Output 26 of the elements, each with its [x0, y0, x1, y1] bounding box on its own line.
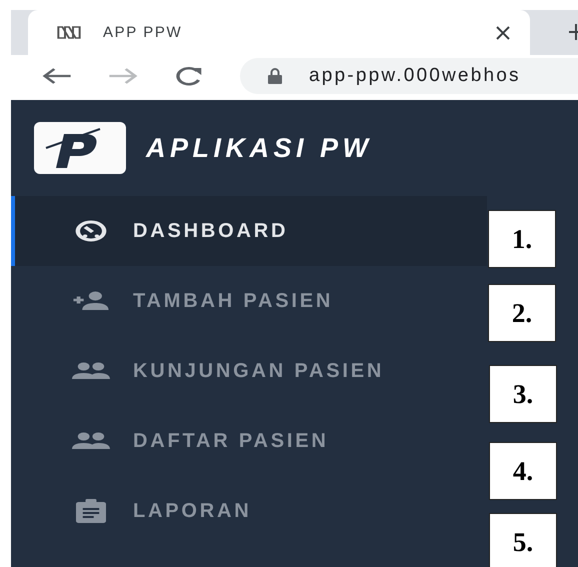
number-label: 4. — [489, 442, 557, 500]
menu-item[interactable]: DAFTAR PASIEN — [11, 406, 487, 476]
logo-icon — [34, 122, 126, 174]
add-user-icon — [72, 291, 110, 311]
number-label: 5. — [489, 513, 557, 567]
favicon-icon — [57, 26, 81, 39]
browser-tab[interactable]: APP PPW — [28, 10, 530, 55]
lock-icon — [268, 68, 282, 84]
number-label: 1. — [488, 210, 556, 268]
menu-item[interactable]: KUNJUNGAN PASIEN — [11, 336, 487, 406]
menu-item[interactable]: TAMBAH PASIEN — [11, 266, 487, 336]
users-icon — [72, 362, 110, 380]
new-tab-icon[interactable] — [569, 24, 578, 40]
app-title: APLIKASI PW — [146, 132, 373, 164]
menu-item[interactable]: DASHBOARD — [11, 196, 487, 266]
number-label: 3. — [489, 365, 557, 423]
address-bar[interactable]: app-ppw.000webhos — [240, 58, 578, 94]
tab-title: APP PPW — [103, 24, 184, 41]
menu-item[interactable]: LAPORAN — [11, 476, 487, 546]
reload-icon[interactable] — [174, 66, 204, 86]
back-icon[interactable] — [42, 67, 72, 85]
close-icon[interactable] — [496, 26, 510, 40]
url-text: app-ppw.000webhos — [309, 65, 521, 87]
number-label: 2. — [488, 284, 556, 342]
clipboard-icon — [76, 499, 106, 523]
users-icon — [72, 432, 110, 450]
